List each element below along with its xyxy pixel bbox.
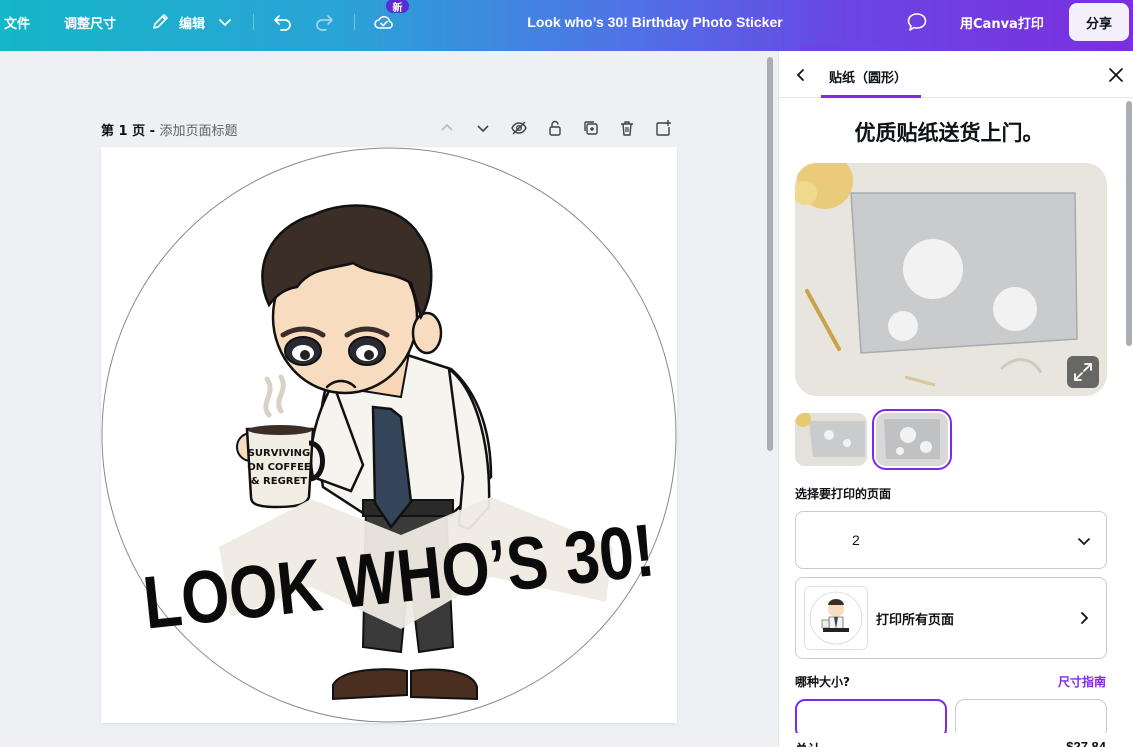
duplicate-icon[interactable] bbox=[582, 119, 600, 137]
trash-icon[interactable] bbox=[618, 119, 636, 137]
canvas-scrollbar[interactable] bbox=[767, 57, 773, 451]
divider bbox=[253, 14, 254, 30]
ear bbox=[411, 311, 443, 355]
right-pupil bbox=[364, 350, 374, 360]
new-badge: 新 bbox=[386, 0, 409, 14]
redo-icon[interactable] bbox=[313, 11, 335, 33]
add-page-icon[interactable] bbox=[654, 119, 672, 137]
print-all-label: 打印所有页面 bbox=[876, 613, 955, 628]
share-button[interactable]: 分享 bbox=[1069, 3, 1129, 41]
laptop-mockup bbox=[795, 163, 1107, 396]
total-label: 总计 bbox=[795, 739, 821, 747]
expand-icon bbox=[1074, 363, 1092, 381]
coffee-surface bbox=[248, 425, 312, 435]
comment-icon[interactable] bbox=[906, 11, 928, 33]
resize-button[interactable]: 调整尺寸 bbox=[64, 0, 116, 44]
sticker-design[interactable]: SURVIVING ON COFFEE & REGRET LOOK WHO’S … bbox=[101, 147, 677, 723]
chevron-down-icon[interactable] bbox=[214, 11, 236, 33]
top-bar: 文件 调整尺寸 编辑 新 Look who’s 30! Birthday Pho… bbox=[0, 0, 1133, 51]
left-pupil bbox=[300, 350, 310, 360]
print-all-pages-option[interactable]: 打印所有页面 bbox=[795, 577, 1107, 659]
edit-menu[interactable]: 编辑 bbox=[179, 0, 205, 44]
file-menu[interactable]: 文件 bbox=[4, 0, 30, 44]
design-page[interactable]: SURVIVING ON COFFEE & REGRET LOOK WHO’S … bbox=[101, 147, 677, 723]
editor-canvas-area: 第 1 页 - 添加页面标题 SURVIVING ON COFFEE & REG… bbox=[0, 51, 778, 747]
close-icon[interactable] bbox=[1107, 66, 1125, 84]
print-panel: 贴纸（圆形） 优质贴纸送货上门。 选择要打印的页面 2 打印所有页面 哪种大小?… bbox=[778, 51, 1133, 747]
chevron-right-icon bbox=[1081, 612, 1089, 624]
chevron-up-icon[interactable] bbox=[438, 119, 456, 137]
pages-label: 选择要打印的页面 bbox=[795, 487, 892, 501]
chevron-down-icon[interactable] bbox=[474, 119, 492, 137]
panel-scrollbar[interactable] bbox=[1126, 101, 1132, 346]
page-title-input[interactable]: 添加页面标题 bbox=[160, 124, 238, 139]
panel-header: 贴纸（圆形） bbox=[779, 51, 1133, 98]
pages-select-value: 2 bbox=[852, 532, 860, 548]
tab-underline bbox=[821, 95, 921, 98]
product-preview-image[interactable] bbox=[795, 163, 1107, 396]
chevron-down-icon bbox=[1078, 538, 1090, 546]
sticker-type-tab[interactable]: 贴纸（圆形） bbox=[829, 67, 907, 86]
preview-thumbnail-1[interactable] bbox=[795, 413, 867, 466]
page-toolbar bbox=[438, 119, 678, 139]
size-guide-link[interactable]: 尺寸指南 bbox=[1058, 673, 1106, 690]
mug-text-line2: ON COFFEE bbox=[247, 462, 311, 473]
undo-icon[interactable] bbox=[272, 11, 294, 33]
hide-icon[interactable] bbox=[510, 119, 528, 137]
pencil-icon[interactable] bbox=[150, 11, 172, 33]
mug-text-line3: & REGRET bbox=[251, 476, 307, 487]
page-thumbnail bbox=[804, 586, 868, 650]
size-question-label: 哪种大小? bbox=[795, 675, 850, 689]
document-title[interactable]: Look who’s 30! Birthday Photo Sticker bbox=[430, 0, 880, 44]
cloud-check-icon[interactable] bbox=[373, 11, 395, 33]
page-header: 第 1 页 - 添加页面标题 bbox=[101, 120, 238, 139]
back-arrow-icon[interactable] bbox=[793, 67, 809, 83]
expand-preview-button[interactable] bbox=[1067, 356, 1099, 388]
mug-text-line1: SURVIVING bbox=[248, 448, 311, 459]
divider bbox=[354, 14, 355, 30]
pages-select[interactable]: 2 bbox=[795, 511, 1107, 569]
panel-title: 优质贴纸送货上门。 bbox=[854, 121, 1044, 145]
total-value: $27.84 bbox=[1066, 739, 1106, 747]
preview-thumbnail-2[interactable] bbox=[872, 409, 952, 470]
page-number: 第 1 页 - bbox=[101, 124, 160, 139]
print-with-canva-button[interactable]: 用Canva打印 bbox=[960, 0, 1044, 44]
lock-icon[interactable] bbox=[546, 119, 564, 137]
